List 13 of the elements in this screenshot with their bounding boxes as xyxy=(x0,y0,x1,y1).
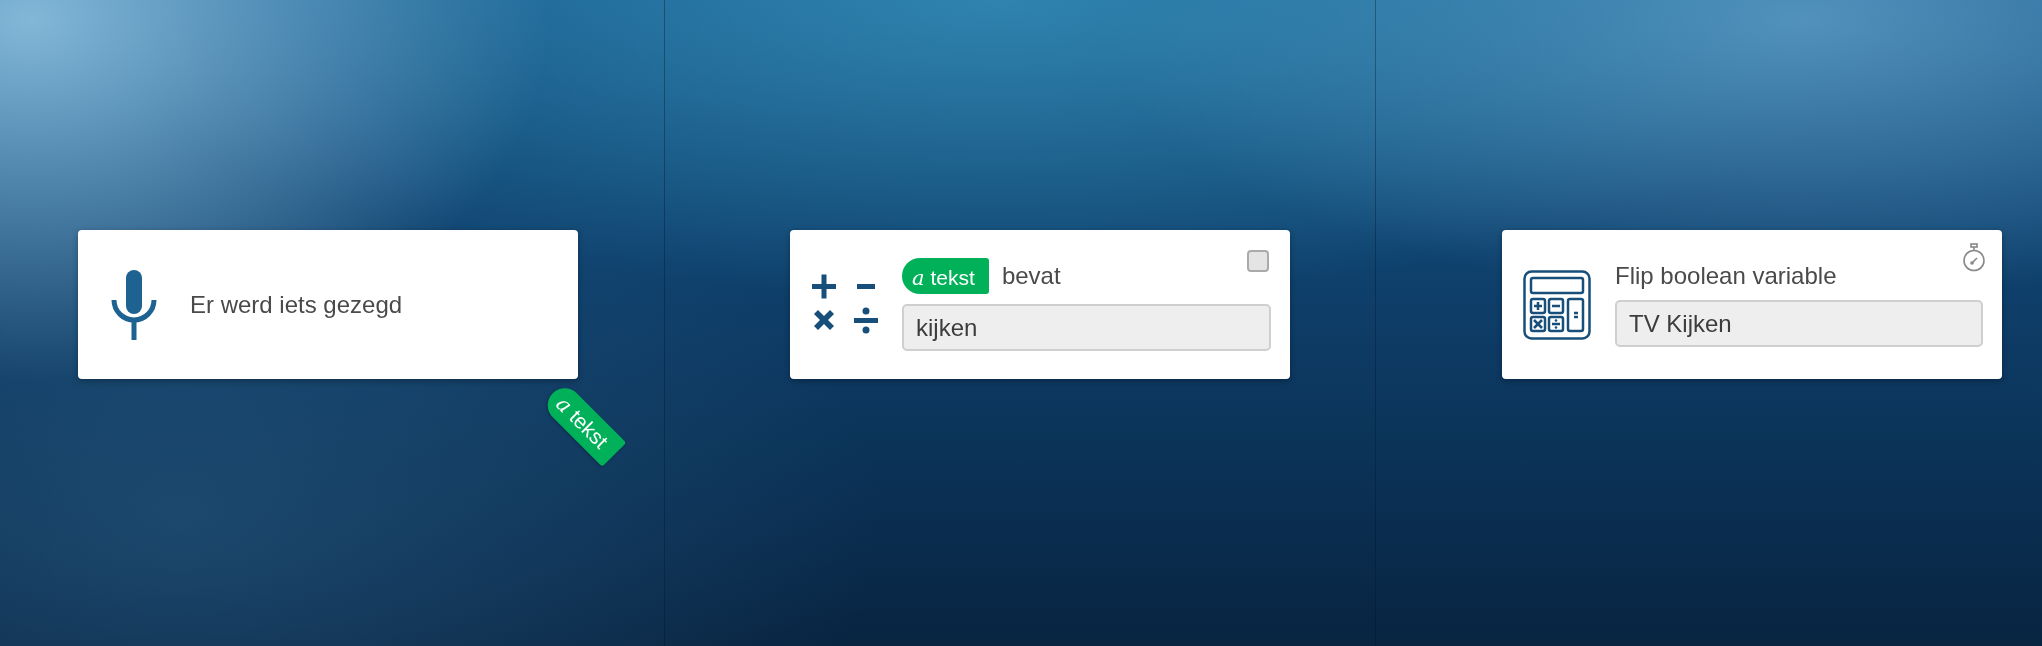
checkbox[interactable] xyxy=(1247,250,1269,272)
flow-card[interactable]: a tekst bevat kijken xyxy=(790,230,1290,379)
math-operators-icon xyxy=(812,273,878,336)
flow-card[interactable]: Er werd iets gezegd xyxy=(78,230,578,379)
card-title: Er werd iets gezegd xyxy=(190,290,404,319)
card-title: Flip boolean variable xyxy=(1615,262,1838,290)
calculator-icon xyxy=(1523,269,1591,340)
flow-card[interactable]: Flip boolean variable TV Kijken xyxy=(1502,230,2002,379)
text-field[interactable]: kijken xyxy=(902,304,1271,351)
microphone-icon xyxy=(110,269,158,340)
stopwatch-icon xyxy=(1961,243,1987,272)
condition-label: bevat xyxy=(1001,262,1061,290)
text-field[interactable]: TV Kijken xyxy=(1615,300,1983,347)
